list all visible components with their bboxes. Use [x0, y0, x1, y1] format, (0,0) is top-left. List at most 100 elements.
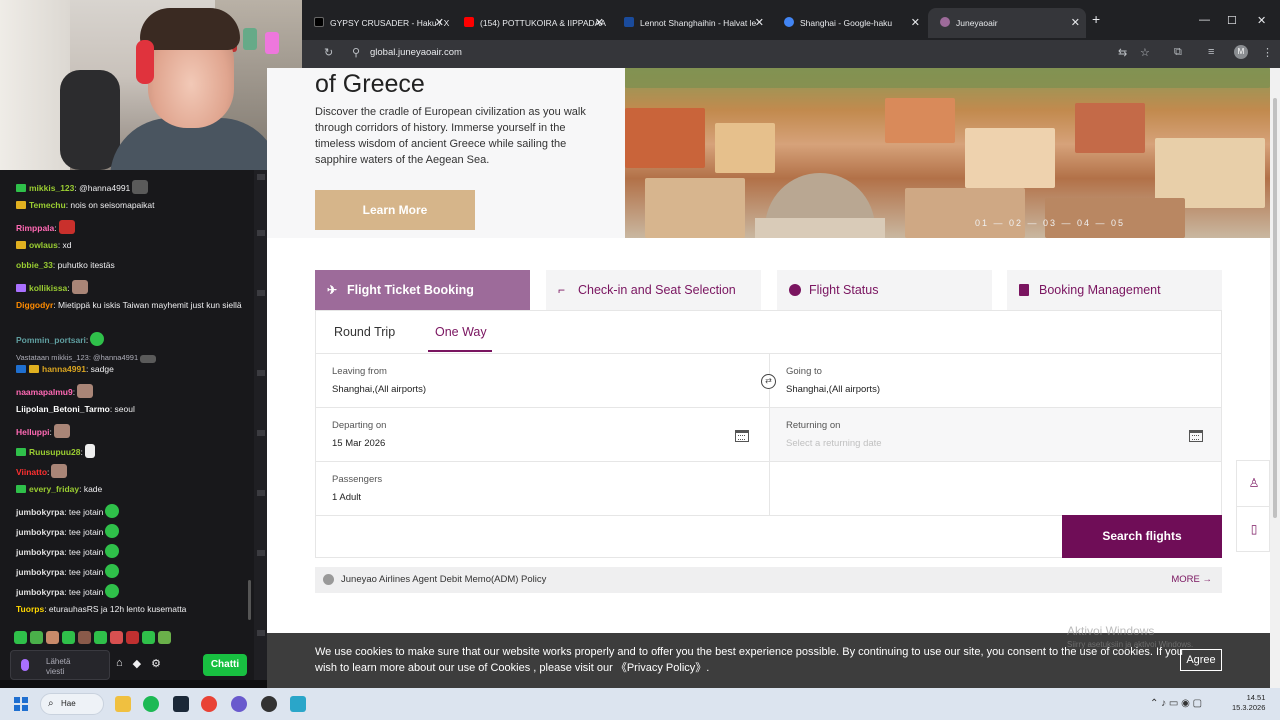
policy-notice[interactable]: Juneyao Airlines Agent Debit Memo(ADM) P…: [315, 567, 1222, 593]
agree-button[interactable]: Agree: [1180, 649, 1222, 671]
chat-message: hanna4991: sadge: [16, 364, 248, 375]
chat-send-button[interactable]: Chatti: [203, 654, 247, 676]
chat-scrollbar[interactable]: [248, 580, 251, 620]
close-tab-icon[interactable]: ✕: [435, 8, 444, 38]
settings-icon[interactable]: ⚙: [151, 657, 161, 670]
chat-message: Ruusupuu28:: [16, 444, 248, 458]
reload-icon[interactable]: ↻: [324, 46, 333, 59]
policy-text[interactable]: Juneyao Airlines Agent Debit Memo(ADM) P…: [341, 574, 546, 585]
google-icon: [784, 17, 794, 27]
carousel-indicators[interactable]: 01 — 02 — 03 — 04 — 05: [975, 218, 1125, 228]
search-flights-button[interactable]: Search flights: [1062, 515, 1222, 558]
bookmark-star-icon[interactable]: ☆: [1140, 46, 1150, 59]
x-icon: [314, 17, 324, 27]
address-bar: ↻ ⚲ global.juneyaoair.com ⇆ ☆ ⧉ ≡ M ⋮: [302, 40, 1280, 68]
browser-tab[interactable]: Shanghai - Google-haku ✕: [772, 8, 926, 38]
gift-icon[interactable]: ⌂: [116, 657, 123, 670]
web-page: of Greece Discover the cradle of Europea…: [267, 68, 1270, 688]
passengers-value: 1 Adult: [332, 492, 362, 503]
close-tab-icon[interactable]: ✕: [911, 8, 920, 38]
chat-message: Liipolan_Betoni_Tarmo: seoul: [16, 404, 135, 414]
chrome-icon[interactable]: [201, 696, 217, 712]
browser-tab[interactable]: GYPSY CRUSADER - Haku / X ✕: [302, 8, 450, 38]
bits-icon[interactable]: ◆: [133, 657, 141, 670]
swap-airports-icon[interactable]: ⇄: [761, 374, 776, 389]
system-tray[interactable]: ⌃ ♪ ▭ ◉ ▢: [1150, 698, 1202, 709]
chat-message: Tuorps: eturauhasRS ja 12h lento kusemat…: [16, 604, 187, 614]
minimize-icon[interactable]: —: [1199, 14, 1210, 26]
passengers-field[interactable]: Passengers 1 Adult: [316, 461, 769, 515]
maximize-icon[interactable]: ☐: [1227, 14, 1237, 27]
menu-icon[interactable]: ⋮: [1262, 46, 1273, 59]
new-tab-icon[interactable]: +: [1092, 11, 1100, 27]
file-explorer-icon[interactable]: [115, 696, 131, 712]
browser-tab-bar: GYPSY CRUSADER - Haku / X ✕ (154) POTTUKO…: [302, 0, 1280, 44]
windows-start-icon[interactable]: [14, 697, 28, 711]
emote-suggestions[interactable]: [14, 631, 171, 645]
site-info-icon[interactable]: ⚲: [352, 46, 360, 59]
browser-tab-active[interactable]: Juneyaoair ✕: [928, 8, 1086, 38]
discord-icon[interactable]: [231, 696, 247, 712]
chat-message: Rimppala:: [16, 220, 248, 234]
chat-message: every_friday: kade: [16, 484, 248, 495]
selected-trip-indicator: [428, 350, 492, 352]
leaving-from-field[interactable]: Leaving from Shanghai,(All airports): [316, 353, 769, 407]
page-scrollbar[interactable]: [1270, 68, 1280, 688]
going-to-value: Shanghai,(All airports): [786, 384, 880, 395]
departing-on-value: 15 Mar 2026: [332, 438, 386, 449]
tab-booking-management[interactable]: Booking Management: [1007, 270, 1222, 310]
plane-icon: ✈: [327, 283, 338, 297]
hero-text-panel: of Greece Discover the cradle of Europea…: [267, 68, 625, 238]
windows-activation-watermark: Aktivoi Windows Siirry asetuksiin ja akt…: [1067, 624, 1194, 649]
spotify-icon[interactable]: [143, 696, 159, 712]
mobile-icon[interactable]: ▯: [1237, 506, 1270, 551]
taskbar-search[interactable]: Hae: [40, 693, 104, 715]
extensions-icon[interactable]: ⧉: [1174, 46, 1182, 59]
windows-taskbar: Hae ⌃ ♪ ▭ ◉ ▢ 14.51 15.3.2026: [0, 688, 1280, 720]
chat-message: Pommin_portsari:: [16, 332, 248, 346]
tab-flight-status[interactable]: Flight Status: [777, 270, 992, 310]
user-icon[interactable]: ♙: [1237, 461, 1270, 506]
returning-on-field[interactable]: Returning on Select a returning date: [769, 407, 1221, 461]
leaving-from-value: Shanghai,(All airports): [332, 384, 426, 395]
departing-on-field[interactable]: Departing on 15 Mar 2026: [316, 407, 769, 461]
browser-tab[interactable]: (154) POTTUKOIRA & IIPPADAA ✕: [452, 8, 610, 38]
empty-field: [769, 461, 1221, 515]
calendar-icon[interactable]: [735, 430, 749, 442]
document-icon: [1019, 284, 1029, 296]
close-window-icon[interactable]: ✕: [1257, 14, 1266, 27]
one-way-option[interactable]: One Way: [435, 325, 487, 339]
chat-message: Diggodyr: Mietippä ku iskis Taiwan mayhe…: [16, 300, 242, 310]
calendar-icon[interactable]: [1189, 430, 1203, 442]
booking-form: Round Trip One Way Leaving from Shanghai…: [315, 310, 1222, 558]
floating-side-menu: ♙ ▯: [1236, 460, 1270, 552]
obs-icon[interactable]: [261, 696, 277, 712]
media-icon[interactable]: ≡: [1208, 46, 1214, 58]
chat-message: kollikissa:: [16, 280, 248, 294]
tab-check-in[interactable]: ⌐ Check-in and Seat Selection: [546, 270, 761, 310]
microphone-icon[interactable]: [21, 659, 29, 671]
youtube-icon: [464, 17, 474, 27]
leaving-from-label: Leaving from: [332, 366, 387, 377]
chat-input[interactable]: Lähetä viesti: [10, 650, 110, 680]
close-tab-icon[interactable]: ✕: [1071, 8, 1080, 38]
round-trip-option[interactable]: Round Trip: [334, 325, 395, 339]
chat-message: obbie_33: puhutko itestäs: [16, 260, 115, 270]
taskbar-clock[interactable]: 14.51 15.3.2026: [1232, 693, 1265, 713]
going-to-field[interactable]: Going to Shanghai,(All airports): [769, 353, 1221, 407]
url-text[interactable]: global.juneyaoair.com: [370, 47, 462, 58]
tab-flight-ticket-booking[interactable]: ✈ Flight Ticket Booking: [315, 270, 530, 310]
close-tab-icon[interactable]: ✕: [755, 8, 764, 38]
chat-message: naamapalmu9:: [16, 384, 248, 398]
learn-more-button[interactable]: Learn More: [315, 190, 475, 230]
profile-avatar[interactable]: M: [1234, 45, 1248, 59]
cookie-text: We use cookies to make sure that our web…: [315, 646, 1183, 674]
steam-icon[interactable]: [173, 696, 189, 712]
notice-icon: [323, 574, 334, 585]
translate-icon[interactable]: ⇆: [1118, 46, 1127, 59]
more-link[interactable]: MORE →: [1171, 574, 1212, 585]
browser-tab[interactable]: Lennot Shanghaihin - Halvat le ✕: [612, 8, 770, 38]
close-tab-icon[interactable]: ✕: [595, 8, 604, 38]
app-icon[interactable]: [290, 696, 306, 712]
chat-message: jumbokyrpa: tee jotain: [16, 584, 248, 598]
